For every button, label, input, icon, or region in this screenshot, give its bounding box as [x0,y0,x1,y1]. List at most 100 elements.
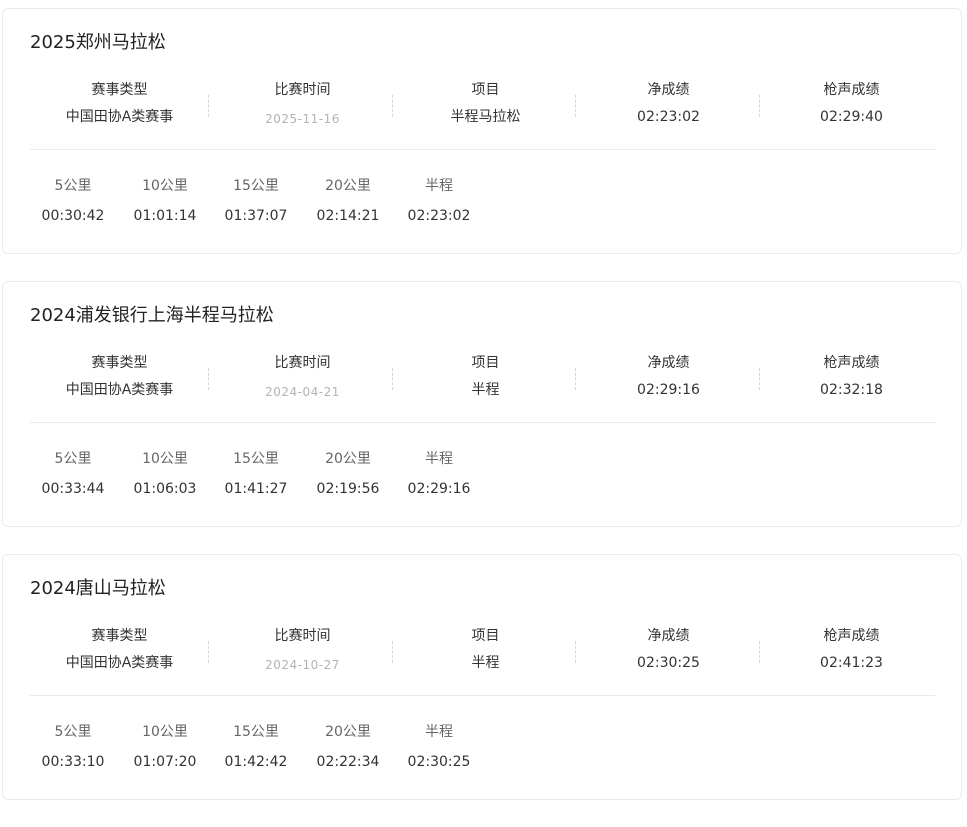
race-info-row: 赛事类型 中国田协A类赛事 比赛时间 2024-10-27 项目 半程 净成绩 02:30:2… [28,627,946,673]
split-time-value: 01:06:03 [133,481,197,497]
race-event-column: 项目 半程 [394,354,577,400]
net-time-value: 02:29:16 [637,382,700,398]
split-distance-label: 10公里 [142,724,188,740]
gun-time-value: 02:32:18 [820,382,883,398]
column-separator [208,368,209,390]
column-separator [759,368,760,390]
split-item: 15公里 01:42:42 [216,723,296,771]
split-time-value: 02:23:02 [407,208,471,224]
split-time-value: 01:07:20 [133,754,197,770]
race-event-column: 项目 半程 [394,627,577,673]
column-separator [575,641,576,663]
split-item: 半程 02:29:16 [399,450,479,498]
race-event-column: 项目 半程马拉松 [394,81,577,127]
split-time-value: 02:14:21 [316,208,380,224]
split-time-value: 01:01:14 [133,208,197,224]
race-info-row: 赛事类型 中国田协A类赛事 比赛时间 2025-11-16 项目 半程马拉松 净成绩 02:2… [28,81,946,127]
column-separator [575,95,576,117]
column-separator [392,368,393,390]
split-time-value: 02:19:56 [316,481,380,497]
split-distance-label: 半程 [425,178,453,194]
split-time-value: 02:30:25 [407,754,471,770]
split-item: 10公里 01:01:14 [125,177,205,225]
split-time-value: 01:42:42 [224,754,288,770]
split-time-value: 00:33:44 [41,481,105,497]
race-title[interactable]: 2025郑州马拉松 [30,31,166,55]
split-distance-label: 5公里 [54,451,92,467]
race-title[interactable]: 2024唐山马拉松 [30,577,166,601]
split-distance-label: 10公里 [142,451,188,467]
split-distance-label: 半程 [425,724,453,740]
splits-row: 5公里 00:33:44 10公里 01:06:03 15公里 01:41:27 20公里 0… [33,450,533,500]
column-separator [392,641,393,663]
split-distance-label: 15公里 [233,724,279,740]
section-divider [30,422,935,423]
split-time-value: 01:41:27 [224,481,288,497]
race-date-column: 比赛时间 2025-11-16 [211,81,394,127]
race-type-value: 中国田协A类赛事 [65,655,174,671]
race-type-column: 赛事类型中国田协A类赛事 [28,354,211,400]
race-event-value: 半程马拉松 [450,109,521,125]
race-date-value: 2024-10-27 [265,658,340,672]
split-time-value: 02:22:34 [316,754,380,770]
split-item: 20公里 02:14:21 [308,177,388,225]
split-distance-label: 10公里 [142,178,188,194]
split-time-value: 00:30:42 [41,208,105,224]
section-divider [30,149,935,150]
split-distance-label: 15公里 [233,451,279,467]
gun-time-label: 枪声成绩 [823,355,880,371]
split-item: 半程 02:30:25 [399,723,479,771]
net-time-column: 净成绩 02:30:25 [577,627,760,673]
split-item: 20公里 02:19:56 [308,450,388,498]
split-time-value: 02:29:16 [407,481,471,497]
race-event-value: 半程 [471,655,500,671]
net-time-value: 02:23:02 [637,109,700,125]
column-separator [575,368,576,390]
split-item: 15公里 01:37:07 [216,177,296,225]
column-separator [208,95,209,117]
net-time-label: 净成绩 [647,355,690,371]
race-type-column: 赛事类型中国田协A类赛事 [28,81,211,127]
race-date-value: 2024-04-21 [265,385,340,399]
split-distance-label: 20公里 [325,724,371,740]
race-results-list: 2025郑州马拉松 赛事类型 中国田协A类赛事 比赛时间 2025-11-16 项目 半程马… [2,8,962,827]
net-time-column: 净成绩 02:29:16 [577,354,760,400]
split-item: 5公里 00:33:44 [33,450,113,498]
split-time-value: 00:33:10 [41,754,105,770]
column-separator [208,641,209,663]
split-item: 10公里 01:07:20 [125,723,205,771]
gun-time-column: 枪声成绩 02:32:18 [760,354,943,400]
split-item: 5公里 00:30:42 [33,177,113,225]
gun-time-label: 枪声成绩 [823,82,880,98]
split-distance-label: 20公里 [325,451,371,467]
gun-time-column: 枪声成绩 02:41:23 [760,627,943,673]
split-distance-label: 5公里 [54,178,92,194]
gun-time-label: 枪声成绩 [823,628,880,644]
column-separator [392,95,393,117]
net-time-value: 02:30:25 [637,655,700,671]
race-date-label: 比赛时间 [274,82,331,98]
race-type-column: 赛事类型 中国田协A类赛事 [28,627,211,673]
split-distance-label: 5公里 [54,724,92,740]
section-divider [30,695,935,696]
split-item: 20公里 02:22:34 [308,723,388,771]
race-card: 2025郑州马拉松赛事类型中国田协A类赛事 比赛时间 2025-11-16 项目 半程马… [2,8,962,254]
race-type-label: 赛事类型 [91,82,148,98]
splits-row: 5公里 00:30:42 10公里 01:01:14 15公里 01:37:07 20公里 0… [33,177,533,227]
race-date-column: 比赛时间 2024-04-21 [211,354,394,400]
race-title[interactable]: 2024浦发银行上海半程马拉松 [30,304,274,328]
race-date-value: 2025-11-16 [265,112,340,126]
net-time-label: 净成绩 [647,628,690,644]
race-type-value: 中国田协A类赛事 [65,109,174,125]
race-type-label: 赛事类型 [91,355,148,371]
race-date-label: 比赛时间 [274,628,331,644]
race-info-row: 赛事类型中国田协A类赛事 比赛时间 2024-04-21 项目 半程 净成绩 02:29:1… [28,354,946,400]
race-date-label: 比赛时间 [274,355,331,371]
column-separator [759,641,760,663]
split-distance-label: 20公里 [325,178,371,194]
gun-time-value: 02:41:23 [820,655,883,671]
race-event-value: 半程 [471,382,500,398]
race-type-value: 中国田协A类赛事 [65,382,174,398]
race-card: 2024浦发银行上海半程马拉松赛事类型中国田协A类赛事 比赛时间 2024-04-2… [2,281,962,527]
column-separator [759,95,760,117]
